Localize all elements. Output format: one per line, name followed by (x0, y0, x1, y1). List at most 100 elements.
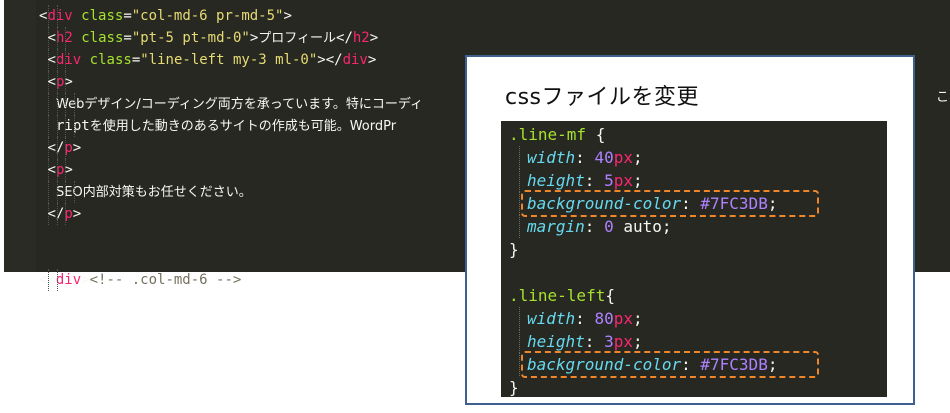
code-token: } (509, 240, 519, 259)
code-line: <div class="line-left my-3 ml-0"></div> (48, 49, 377, 71)
code-token: 40 (594, 148, 614, 167)
code-token: 0 (604, 217, 614, 236)
indent-guide (65, 203, 67, 225)
indent-guide (65, 137, 67, 159)
indent-guide (48, 71, 50, 93)
code-line: riptを使用した動きのあるサイトの作成も可能。WordPr (56, 115, 396, 137)
indent-guide (48, 269, 50, 291)
indent-guide (56, 93, 59, 115)
code-token: "line-left my-3 ml-0" (140, 52, 318, 68)
code-token: : (575, 148, 595, 167)
code-token: "col-md-6 pr-md-5" (131, 8, 284, 24)
code-token: width (527, 148, 576, 167)
code-token: : (575, 309, 595, 328)
indent-guide (519, 146, 521, 169)
css-line: width: 40px; (527, 146, 643, 169)
code-token: .line-left (509, 286, 606, 305)
indent-guide (48, 93, 50, 115)
code-token: ; (632, 309, 643, 328)
indent-guide (65, 115, 67, 137)
code-token: 3 (604, 332, 614, 351)
code-token: を使用した動きのあるサイトの作成も可能。WordPr (89, 119, 397, 134)
code-token: > (249, 30, 259, 46)
indent-guide (73, 115, 76, 137)
indent-guide (56, 71, 59, 93)
code-token: { (605, 286, 615, 305)
code-token: SEO内部対策もお任せください。 (56, 185, 252, 200)
indent-guide (519, 169, 521, 192)
css-line: width: 80px; (527, 307, 643, 330)
code-line: <p> (48, 71, 73, 93)
code-token: ; (632, 148, 643, 167)
code-token: } (509, 378, 519, 397)
highlight-box (521, 351, 819, 378)
css-line: .line-left{ (509, 284, 615, 307)
code-line: Webデザイン/コーディング両方を承っています。特にコーディ (56, 93, 423, 115)
code-token: height (527, 332, 585, 351)
indent-guide (65, 49, 67, 71)
code-token: = (123, 8, 132, 24)
code-token: px (613, 309, 633, 328)
code-token: .line-mf (509, 125, 587, 144)
code-token: div (342, 52, 368, 68)
indent-guide (56, 115, 59, 137)
indent-guide (48, 49, 50, 71)
editor-gutter (4, 0, 36, 272)
indent-guide (56, 181, 59, 203)
indent-guide (65, 181, 67, 203)
indent-guide (65, 159, 67, 181)
code-token: : (584, 217, 605, 236)
code-token: width (527, 309, 576, 328)
code-token: px (613, 171, 633, 190)
code-token: div (55, 272, 82, 288)
code-token: auto; (613, 217, 672, 236)
code-token: プロフィール (258, 31, 337, 46)
css-line: } (509, 376, 519, 399)
css-change-callout: cssファイルを変更 .line-mf {width: 40px; height:… (465, 55, 915, 405)
code-token: div (55, 52, 82, 68)
code-token: div (47, 8, 73, 24)
indent-guide (48, 203, 50, 225)
indent-guide (48, 115, 50, 137)
code-token: > (81, 272, 90, 288)
code-token: px (613, 148, 633, 167)
indent-guide (56, 203, 59, 225)
indent-guide (519, 307, 521, 330)
code-token: = (123, 30, 132, 46)
overflow-text: こと、ま (936, 90, 950, 105)
code-token: > (283, 8, 292, 24)
indent-guide (65, 27, 67, 49)
indent-guide (65, 93, 67, 115)
indent-guide (48, 5, 50, 27)
code-token: class (72, 8, 124, 24)
code-token: > (369, 30, 379, 46)
code-token: <!-- .col-md-6 --> (89, 272, 242, 288)
indent-guide (48, 181, 50, 203)
indent-guide (519, 215, 521, 238)
code-token: > (367, 52, 377, 68)
indent-guide (48, 27, 50, 49)
css-line: } (509, 238, 519, 261)
indent-guide (56, 49, 59, 71)
css-line: height: 3px; (527, 330, 643, 353)
code-token: 80 (594, 309, 614, 328)
code-line: SEO内部対策もお任せください。 (56, 181, 252, 203)
css-code-block: .line-mf {width: 40px; height: 5px; backgr… (501, 121, 887, 397)
code-token: margin (527, 217, 585, 236)
indent-guide (73, 181, 76, 203)
code-token: = (131, 52, 141, 68)
code-line: <div class="col-md-6 pr-md-5"> (39, 5, 292, 27)
css-line: margin: 0 auto; (527, 215, 672, 238)
code-line: <p> (48, 159, 73, 181)
callout-title: cssファイルを変更 (505, 85, 700, 110)
code-token: ; (632, 332, 643, 351)
indent-guide (65, 71, 67, 93)
indent-guide (519, 330, 521, 353)
code-token: class (81, 52, 132, 68)
code-token: px (613, 332, 633, 351)
code-token: : (584, 171, 605, 190)
code-token: > (72, 206, 82, 222)
code-line: <h2 class="pt-5 pt-md-0">プロフィール</h2> (48, 27, 379, 49)
code-token: </ (336, 30, 353, 46)
indent-guide (56, 5, 59, 27)
